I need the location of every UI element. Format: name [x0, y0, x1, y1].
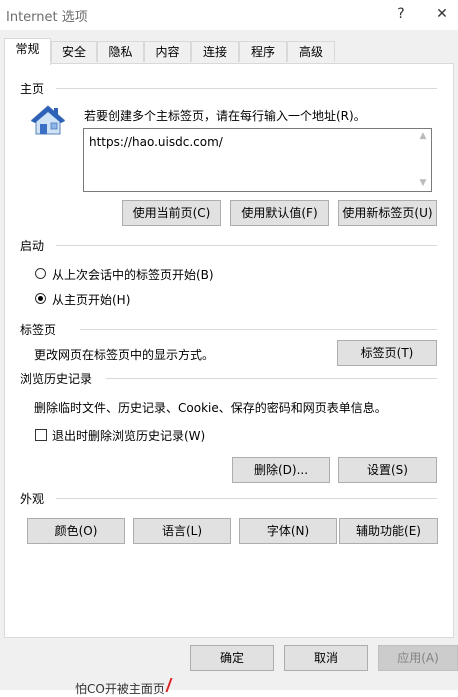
use-current-button[interactable]: 使用当前页(C): [122, 200, 221, 226]
ok-button[interactable]: 确定: [190, 645, 274, 671]
radio-start-homepage[interactable]: [35, 293, 46, 304]
history-divider: [106, 378, 437, 379]
textarea-scrollbar[interactable]: ▲ ▼: [415, 129, 431, 191]
tab-connections[interactable]: 连接: [191, 41, 239, 62]
history-section-title: 浏览历史记录: [20, 372, 93, 386]
history-description: 删除临时文件、历史记录、Cookie、保存的密码和网页表单信息。: [34, 401, 387, 415]
tabs-divider: [80, 329, 437, 330]
help-button[interactable]: ?: [389, 3, 413, 25]
delete-on-exit-label: 退出时删除浏览历史记录(W): [52, 429, 206, 443]
homepage-url-textarea[interactable]: https://hao.uisdc.com/ ▲ ▼: [83, 128, 432, 192]
homepage-instruction: 若要创建多个主标签页，请在每行输入一个地址(R)。: [84, 109, 366, 123]
tab-general[interactable]: 常规: [4, 38, 51, 65]
tabs-settings-button[interactable]: 标签页(T): [337, 340, 437, 366]
radio-start-homepage-label: 从主页开始(H): [52, 293, 131, 307]
use-default-button[interactable]: 使用默认值(F): [230, 200, 329, 226]
homepage-divider: [56, 88, 437, 89]
dialog-footer: 确定 取消 应用(A): [0, 640, 458, 690]
appearance-divider: [56, 498, 437, 499]
internet-options-window: Internet 选项 ? ✕ 常规 安全 隐私 内容 连接 程序 高级 主页 …: [0, 0, 458, 696]
startup-section-title: 启动: [20, 239, 45, 253]
fonts-button[interactable]: 字体(N): [239, 518, 337, 544]
tab-security[interactable]: 安全: [51, 41, 97, 62]
accessibility-button[interactable]: 辅助功能(E): [339, 518, 438, 544]
delete-on-exit-checkbox[interactable]: [35, 429, 47, 441]
radio-start-last-session[interactable]: [35, 268, 46, 279]
languages-button[interactable]: 语言(L): [133, 518, 231, 544]
scroll-down-icon[interactable]: ▼: [417, 178, 429, 188]
close-button[interactable]: ✕: [430, 3, 454, 25]
appearance-section-title: 外观: [20, 492, 45, 506]
apply-button[interactable]: 应用(A): [378, 645, 458, 671]
delete-history-button[interactable]: 删除(D)...: [232, 457, 330, 483]
radio-start-last-session-label: 从上次会话中的标签页开始(B): [52, 268, 214, 282]
homepage-url-value: https://hao.uisdc.com/: [89, 135, 223, 149]
tab-advanced[interactable]: 高级: [287, 41, 335, 62]
title-bar: Internet 选项 ? ✕: [0, 0, 458, 30]
tab-programs[interactable]: 程序: [239, 41, 287, 62]
homepage-section-title: 主页: [20, 82, 45, 96]
scroll-up-icon[interactable]: ▲: [417, 131, 429, 141]
tab-content[interactable]: 内容: [144, 41, 191, 62]
tab-strip: 常规 安全 隐私 内容 连接 程序 高级: [0, 38, 458, 65]
house-icon: [30, 105, 66, 135]
background-text: 怕CO开被主面页: [75, 682, 165, 696]
use-new-tab-button[interactable]: 使用新标签页(U): [338, 200, 437, 226]
colors-button[interactable]: 颜色(O): [27, 518, 125, 544]
tabs-section-title: 标签页: [20, 323, 57, 337]
window-title: Internet 选项: [6, 10, 88, 25]
tab-privacy[interactable]: 隐私: [97, 41, 144, 62]
tabs-description: 更改网页在标签页中的显示方式。: [34, 348, 215, 362]
history-settings-button[interactable]: 设置(S): [338, 457, 437, 483]
cancel-button[interactable]: 取消: [284, 645, 368, 671]
startup-divider: [56, 245, 437, 246]
